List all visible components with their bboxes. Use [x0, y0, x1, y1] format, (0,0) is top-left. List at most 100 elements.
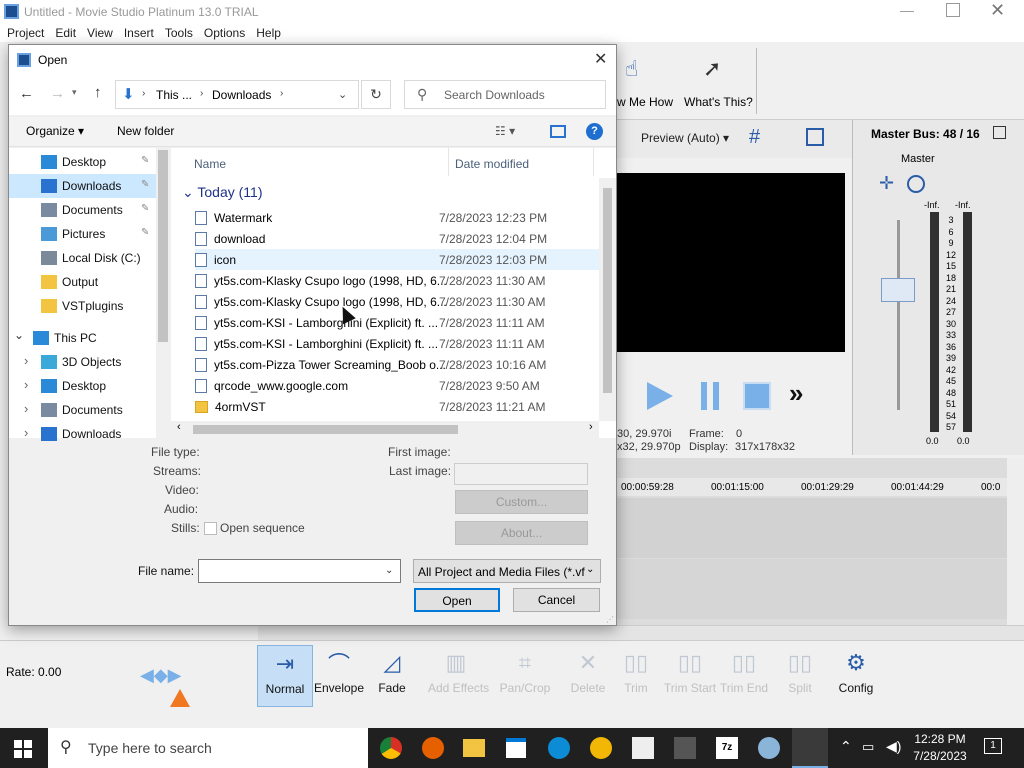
group-header-today[interactable]: ⌄ Today (11)	[182, 184, 262, 201]
expand-chevron-icon[interactable]: ›	[24, 401, 28, 416]
tool-fade[interactable]: ◿ Fade	[364, 645, 420, 705]
breadcrumb-downloads[interactable]: Downloads	[212, 88, 271, 102]
file-row[interactable]: download 7/28/2023 12:04 PM	[195, 228, 599, 249]
tool-pan-crop[interactable]: ⌗ Pan/Crop	[497, 645, 553, 705]
open-sequence-checkbox[interactable]	[204, 522, 217, 535]
game-app-icon[interactable]	[632, 737, 654, 759]
tray-chevron-icon[interactable]: ⌃	[840, 738, 852, 755]
clock-date[interactable]: 7/28/2023	[908, 749, 972, 763]
tool-trim-start[interactable]: ▯▯ Trim Start	[662, 645, 718, 705]
file-row[interactable]: icon 7/28/2023 12:03 PM	[195, 249, 599, 270]
nav-item-3d-objects[interactable]: › 3D Objects	[9, 350, 156, 374]
stop-icon[interactable]	[743, 382, 771, 410]
movie-studio-taskbar-icon[interactable]	[674, 737, 696, 759]
tool-envelope[interactable]: ⌒ Envelope	[311, 645, 367, 705]
nav-item-desktop[interactable]: › Desktop	[9, 374, 156, 398]
notifications-icon[interactable]: 1	[984, 738, 1002, 754]
chrome-icon[interactable]	[380, 737, 402, 759]
store-icon[interactable]	[506, 738, 526, 758]
menu-project[interactable]: Project	[7, 26, 44, 40]
edge-icon[interactable]	[548, 737, 570, 759]
nav-item-vstplugins[interactable]: VSTplugins	[9, 294, 156, 318]
nav-item-documents[interactable]: › Documents	[9, 398, 156, 422]
refresh-icon[interactable]: ↻	[361, 80, 391, 109]
folder-row[interactable]: 4ormVST 7/28/2023 11:21 AM	[195, 396, 599, 417]
tool-config[interactable]: ⚙ Config	[828, 645, 884, 705]
menu-insert[interactable]: Insert	[124, 26, 154, 40]
restore-icon[interactable]	[946, 3, 960, 17]
address-bar[interactable]: ⬇ › This ... › Downloads › ⌄	[115, 80, 359, 109]
tool-trim-end[interactable]: ▯▯ Trim End	[716, 645, 772, 705]
nav-item-output[interactable]: Output	[9, 270, 156, 294]
file-vscrollbar[interactable]	[599, 178, 616, 421]
forward-icon[interactable]: →	[50, 85, 65, 102]
menu-options[interactable]: Options	[204, 26, 245, 40]
network-icon[interactable]: ▭	[862, 739, 874, 755]
hscroll-thumb[interactable]	[193, 425, 458, 434]
nav-item-downloads[interactable]: › Downloads	[9, 422, 156, 446]
timeline-hscroll[interactable]	[258, 625, 1024, 640]
address-dropdown-icon[interactable]: ⌄	[338, 88, 347, 101]
active-app-icon[interactable]	[792, 728, 828, 768]
menu-help[interactable]: Help	[256, 26, 281, 40]
collapse-chevron-icon[interactable]: ⌄	[14, 328, 24, 342]
nav-item-downloads[interactable]: Downloads ✎	[9, 174, 156, 198]
organize-button[interactable]: Organize ▾	[26, 124, 84, 138]
mute-icon[interactable]	[907, 175, 925, 193]
expand-chevron-icon[interactable]: ›	[24, 425, 28, 440]
yellow-app-icon[interactable]	[590, 737, 612, 759]
file-hscrollbar[interactable]: ‹ ›	[171, 421, 599, 438]
master-fader[interactable]	[881, 278, 915, 302]
file-name-dropdown-icon[interactable]: ⌄	[385, 565, 393, 576]
preview-pane-icon[interactable]	[550, 125, 566, 138]
column-date-modified[interactable]: Date modified	[455, 157, 529, 171]
grid-icon[interactable]: #	[749, 126, 760, 149]
windows-start-icon[interactable]	[14, 740, 32, 758]
file-row[interactable]: yt5s.com-KSI - Lamborghini (Explicit) ft…	[195, 333, 599, 354]
resize-grip-icon[interactable]: ⋰	[606, 615, 614, 624]
help-icon[interactable]: ?	[586, 123, 603, 140]
close-icon[interactable]: ✕	[990, 0, 1005, 21]
nav-item-pictures[interactable]: Pictures ✎	[9, 222, 156, 246]
clock-time[interactable]: 12:28 PM	[912, 732, 968, 746]
expand-chevron-icon[interactable]: ›	[24, 353, 28, 368]
minimize-icon[interactable]: —	[900, 2, 920, 22]
play-icon[interactable]	[647, 382, 673, 410]
whats-this-label[interactable]: What's This?	[684, 95, 753, 109]
next-frame-icon[interactable]: »	[789, 378, 803, 409]
dialog-close-icon[interactable]: ✕	[594, 49, 607, 69]
tool-trim[interactable]: ▯▯ Trim	[608, 645, 664, 705]
menu-tools[interactable]: Tools	[165, 26, 193, 40]
back-icon[interactable]: ←	[19, 85, 34, 102]
pause-icon[interactable]	[701, 382, 719, 410]
nav-scroll-thumb[interactable]	[158, 150, 168, 342]
file-row[interactable]: yt5s.com-KSI - Lamborghini (Explicit) ft…	[195, 312, 599, 333]
nav-scrollbar[interactable]	[156, 148, 170, 438]
file-row[interactable]: yt5s.com-Pizza Tower Screaming_Boob o...…	[195, 354, 599, 375]
copy-frame-icon[interactable]	[806, 128, 824, 146]
file-row[interactable]: yt5s.com-Klasky Csupo logo (1998, HD, 6.…	[195, 291, 599, 312]
preview-mode-dropdown[interactable]: Preview (Auto) ▾	[641, 131, 729, 145]
taskbar-search[interactable]: ⚲ Type here to search	[48, 728, 368, 768]
firefox-icon[interactable]	[422, 737, 444, 759]
show-me-how-icon[interactable]: ☝	[625, 56, 638, 82]
menu-edit[interactable]: Edit	[55, 26, 76, 40]
file-row[interactable]: qrcode_www.google.com 7/28/2023 9:50 AM	[195, 375, 599, 396]
expand-chevron-icon[interactable]: ›	[24, 377, 28, 392]
file-type-filter-select[interactable]: All Project and Media Files (*.vf ⌄	[413, 559, 601, 583]
file-row[interactable]: Watermark 7/28/2023 12:23 PM	[195, 207, 599, 228]
nav-item-this-pc[interactable]: ⌄ This PC	[9, 326, 156, 350]
view-options-icon[interactable]: ☷ ▾	[495, 124, 515, 138]
tool-add-effects[interactable]: ▥ Add Effects	[428, 645, 489, 705]
file-name-input[interactable]: ⌄	[198, 559, 401, 583]
up-icon[interactable]: ↑	[94, 84, 102, 101]
master-fx-icon[interactable]: ✛	[879, 173, 894, 194]
tool-split[interactable]: ▯▯ Split	[772, 645, 828, 705]
breadcrumb-this-pc[interactable]: This ...	[156, 88, 192, 102]
cancel-button[interactable]: Cancel	[513, 588, 600, 612]
file-row[interactable]: yt5s.com-Klasky Csupo logo (1998, HD, 6.…	[195, 270, 599, 291]
paint-icon[interactable]	[758, 737, 780, 759]
7zip-icon[interactable]: 7z	[716, 737, 738, 759]
whats-this-icon[interactable]: ➚	[703, 56, 721, 82]
rate-slider[interactable]: ◀◆▶	[140, 665, 182, 686]
